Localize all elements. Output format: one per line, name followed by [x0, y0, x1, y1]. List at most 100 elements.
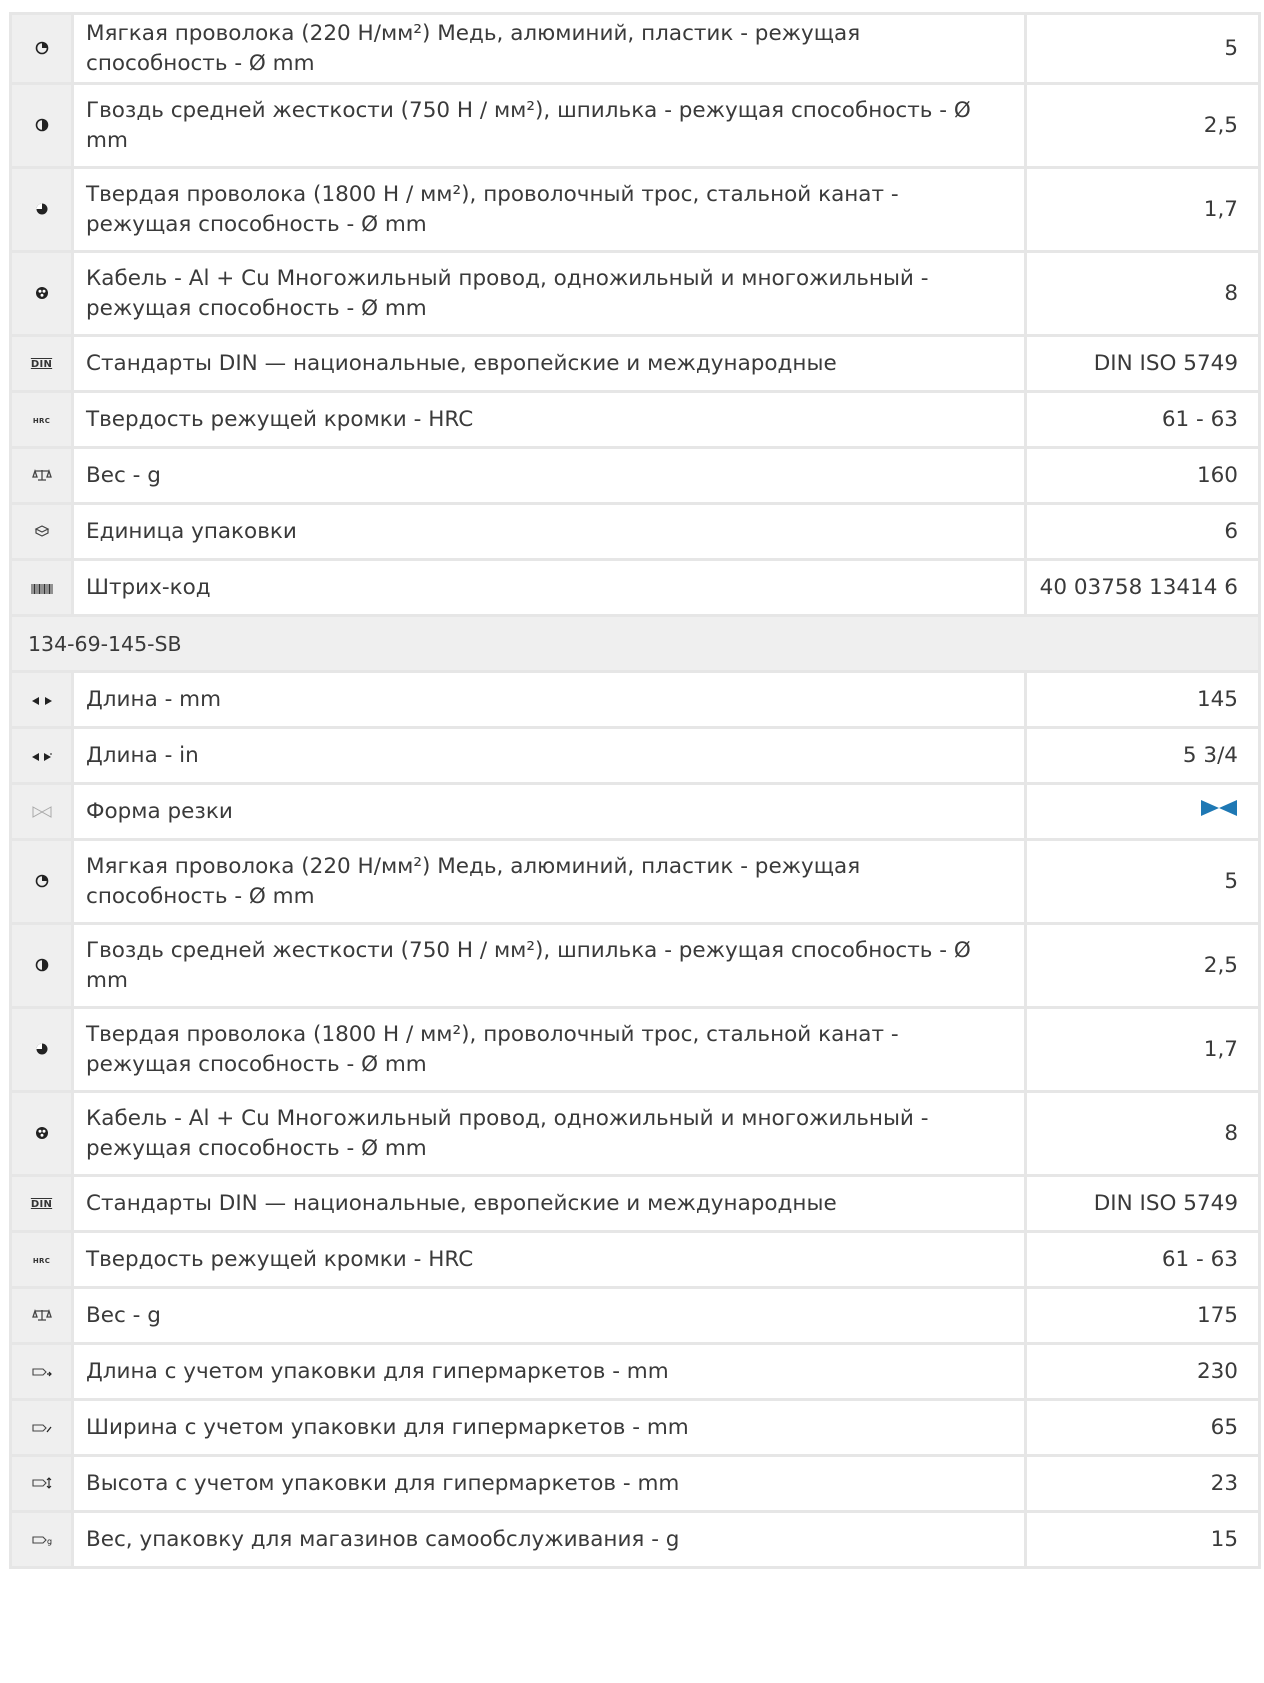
spec-value: 230 [1024, 1342, 1261, 1401]
medium-wire-icon [35, 957, 49, 976]
spec-row: Мягкая проволока (220 Н/мм²) Медь, алюми… [9, 12, 1261, 85]
spec-value: 40 03758 13414 6 [1024, 558, 1261, 617]
spec-value: 61 - 63 [1024, 390, 1261, 449]
spec-icon-cell [9, 558, 74, 617]
spec-icon-cell: DIN [9, 334, 74, 393]
spec-table-body: Мягкая проволока (220 Н/мм²) Медь, алюми… [9, 12, 1261, 1569]
spec-label: Длина - mm [71, 670, 1027, 729]
spec-row: Длина с учетом упаковки для гипермаркето… [9, 1342, 1261, 1401]
spec-table: Мягкая проволока (220 Н/мм²) Медь, алюми… [9, 12, 1261, 1569]
spec-icon-cell: HRC [9, 1230, 74, 1289]
spec-value: 5 [1024, 838, 1261, 925]
spec-label: Высота с учетом упаковки для гипермаркет… [71, 1454, 1027, 1513]
spec-label: Кабель - Al + Cu Многожильный провод, од… [71, 1090, 1027, 1177]
cut-shape-icon [32, 803, 52, 822]
spec-row: g Вес, упаковку для магазинов самообслужи… [9, 1510, 1261, 1569]
spec-row: Вес - g 160 [9, 446, 1261, 505]
spec-icon-cell [9, 82, 74, 169]
spec-label: Твердость режущей кромки - HRC [71, 1230, 1027, 1289]
spec-row: Ширина с учетом упаковки для гипермаркет… [9, 1398, 1261, 1457]
spec-icon-cell: DIN [9, 1174, 74, 1233]
spec-value: DIN ISO 5749 [1024, 1174, 1261, 1233]
spec-icon-cell: HRC [9, 390, 74, 449]
spec-label: Кабель - Al + Cu Многожильный провод, од… [71, 250, 1027, 337]
spec-label: Твердость режущей кромки - HRC [71, 390, 1027, 449]
scale-icon [31, 467, 52, 486]
spec-value: 175 [1024, 1286, 1261, 1345]
spec-value: DIN ISO 5749 [1024, 334, 1261, 393]
spec-label: Длина с учетом упаковки для гипермаркето… [71, 1342, 1027, 1401]
spec-label: Длина - in [71, 726, 1027, 785]
spec-label: Вес - g [71, 446, 1027, 505]
spec-icon-cell [9, 502, 74, 561]
spec-icon-cell [9, 1342, 74, 1401]
bevel-cut-icon [1200, 797, 1238, 827]
spec-row: Гвоздь средней жесткости (750 Н / мм²), … [9, 922, 1261, 1009]
spec-value: 8 [1024, 1090, 1261, 1177]
spec-icon-cell [9, 1006, 74, 1093]
spec-row: Длина - in 5 3/4 [9, 726, 1261, 785]
length-mm-icon [31, 691, 53, 710]
spec-icon-cell [9, 1090, 74, 1177]
spec-icon-cell [9, 1454, 74, 1513]
spec-icon-cell [9, 250, 74, 337]
spec-row: Кабель - Al + Cu Многожильный провод, од… [9, 250, 1261, 337]
spec-value: 5 3/4 [1024, 726, 1261, 785]
spec-label: Ширина с учетом упаковки для гипермаркет… [71, 1398, 1027, 1457]
spec-row: Длина - mm 145 [9, 670, 1261, 729]
spec-label: Твердая проволока (1800 Н / мм²), провол… [71, 1006, 1027, 1093]
spec-icon-cell [9, 838, 74, 925]
spec-value [1024, 782, 1261, 841]
spec-row: Твердая проволока (1800 Н / мм²), провол… [9, 1006, 1261, 1093]
spec-value: 145 [1024, 670, 1261, 729]
pack-height-icon [31, 1475, 53, 1494]
spec-value: 61 - 63 [1024, 1230, 1261, 1289]
spec-icon-cell [9, 12, 74, 85]
spec-label: Твердая проволока (1800 Н / мм²), провол… [71, 166, 1027, 253]
spec-row: HRC Твердость режущей кромки - HRC 61 - 63 [9, 390, 1261, 449]
package-icon [34, 523, 50, 542]
spec-row: Твердая проволока (1800 Н / мм²), провол… [9, 166, 1261, 253]
spec-row: Единица упаковки 6 [9, 502, 1261, 561]
spec-value: 160 [1024, 446, 1261, 505]
spec-row: Штрих-код 40 03758 13414 6 [9, 558, 1261, 617]
spec-icon-cell [9, 1286, 74, 1345]
hrc-icon: HRC [32, 1256, 51, 1265]
spec-value: 1,7 [1024, 166, 1261, 253]
medium-wire-icon [35, 117, 49, 136]
spec-value: 65 [1024, 1398, 1261, 1457]
length-in-icon [31, 747, 53, 766]
spec-label: Вес, упаковку для магазинов самообслужив… [71, 1510, 1027, 1569]
spec-icon-cell [9, 782, 74, 841]
spec-icon-cell [9, 670, 74, 729]
spec-label: Вес - g [71, 1286, 1027, 1345]
variant-section-row: 134-69-145-SB [9, 614, 1261, 673]
soft-wire-icon [35, 40, 49, 59]
barcode-icon [31, 579, 53, 598]
variant-code: 134-69-145-SB [9, 614, 1261, 673]
spec-label: Мягкая проволока (220 Н/мм²) Медь, алюми… [71, 838, 1027, 925]
spec-value: 23 [1024, 1454, 1261, 1513]
spec-label: Стандарты DIN — национальные, европейски… [71, 1174, 1027, 1233]
spec-value: 8 [1024, 250, 1261, 337]
spec-icon-cell [9, 922, 74, 1009]
spec-row: Мягкая проволока (220 Н/мм²) Медь, алюми… [9, 838, 1261, 925]
spec-value: 6 [1024, 502, 1261, 561]
spec-label: Форма резки [71, 782, 1027, 841]
cable-icon [35, 1125, 49, 1144]
hrc-icon: HRC [32, 416, 51, 425]
spec-value: 15 [1024, 1510, 1261, 1569]
din-icon: DIN [30, 1199, 53, 1210]
spec-icon-cell [9, 446, 74, 505]
spec-label: Гвоздь средней жесткости (750 Н / мм²), … [71, 922, 1027, 1009]
spec-icon-cell [9, 166, 74, 253]
soft-wire-icon [35, 873, 49, 892]
hard-wire-icon [35, 201, 49, 220]
spec-row: Форма резки [9, 782, 1261, 841]
pack-weight-icon: g [31, 1531, 53, 1550]
spec-label: Единица упаковки [71, 502, 1027, 561]
spec-icon-cell [9, 1398, 74, 1457]
spec-row: DIN Стандарты DIN — национальные, европей… [9, 334, 1261, 393]
pack-length-icon [31, 1363, 53, 1382]
spec-value: 1,7 [1024, 1006, 1261, 1093]
